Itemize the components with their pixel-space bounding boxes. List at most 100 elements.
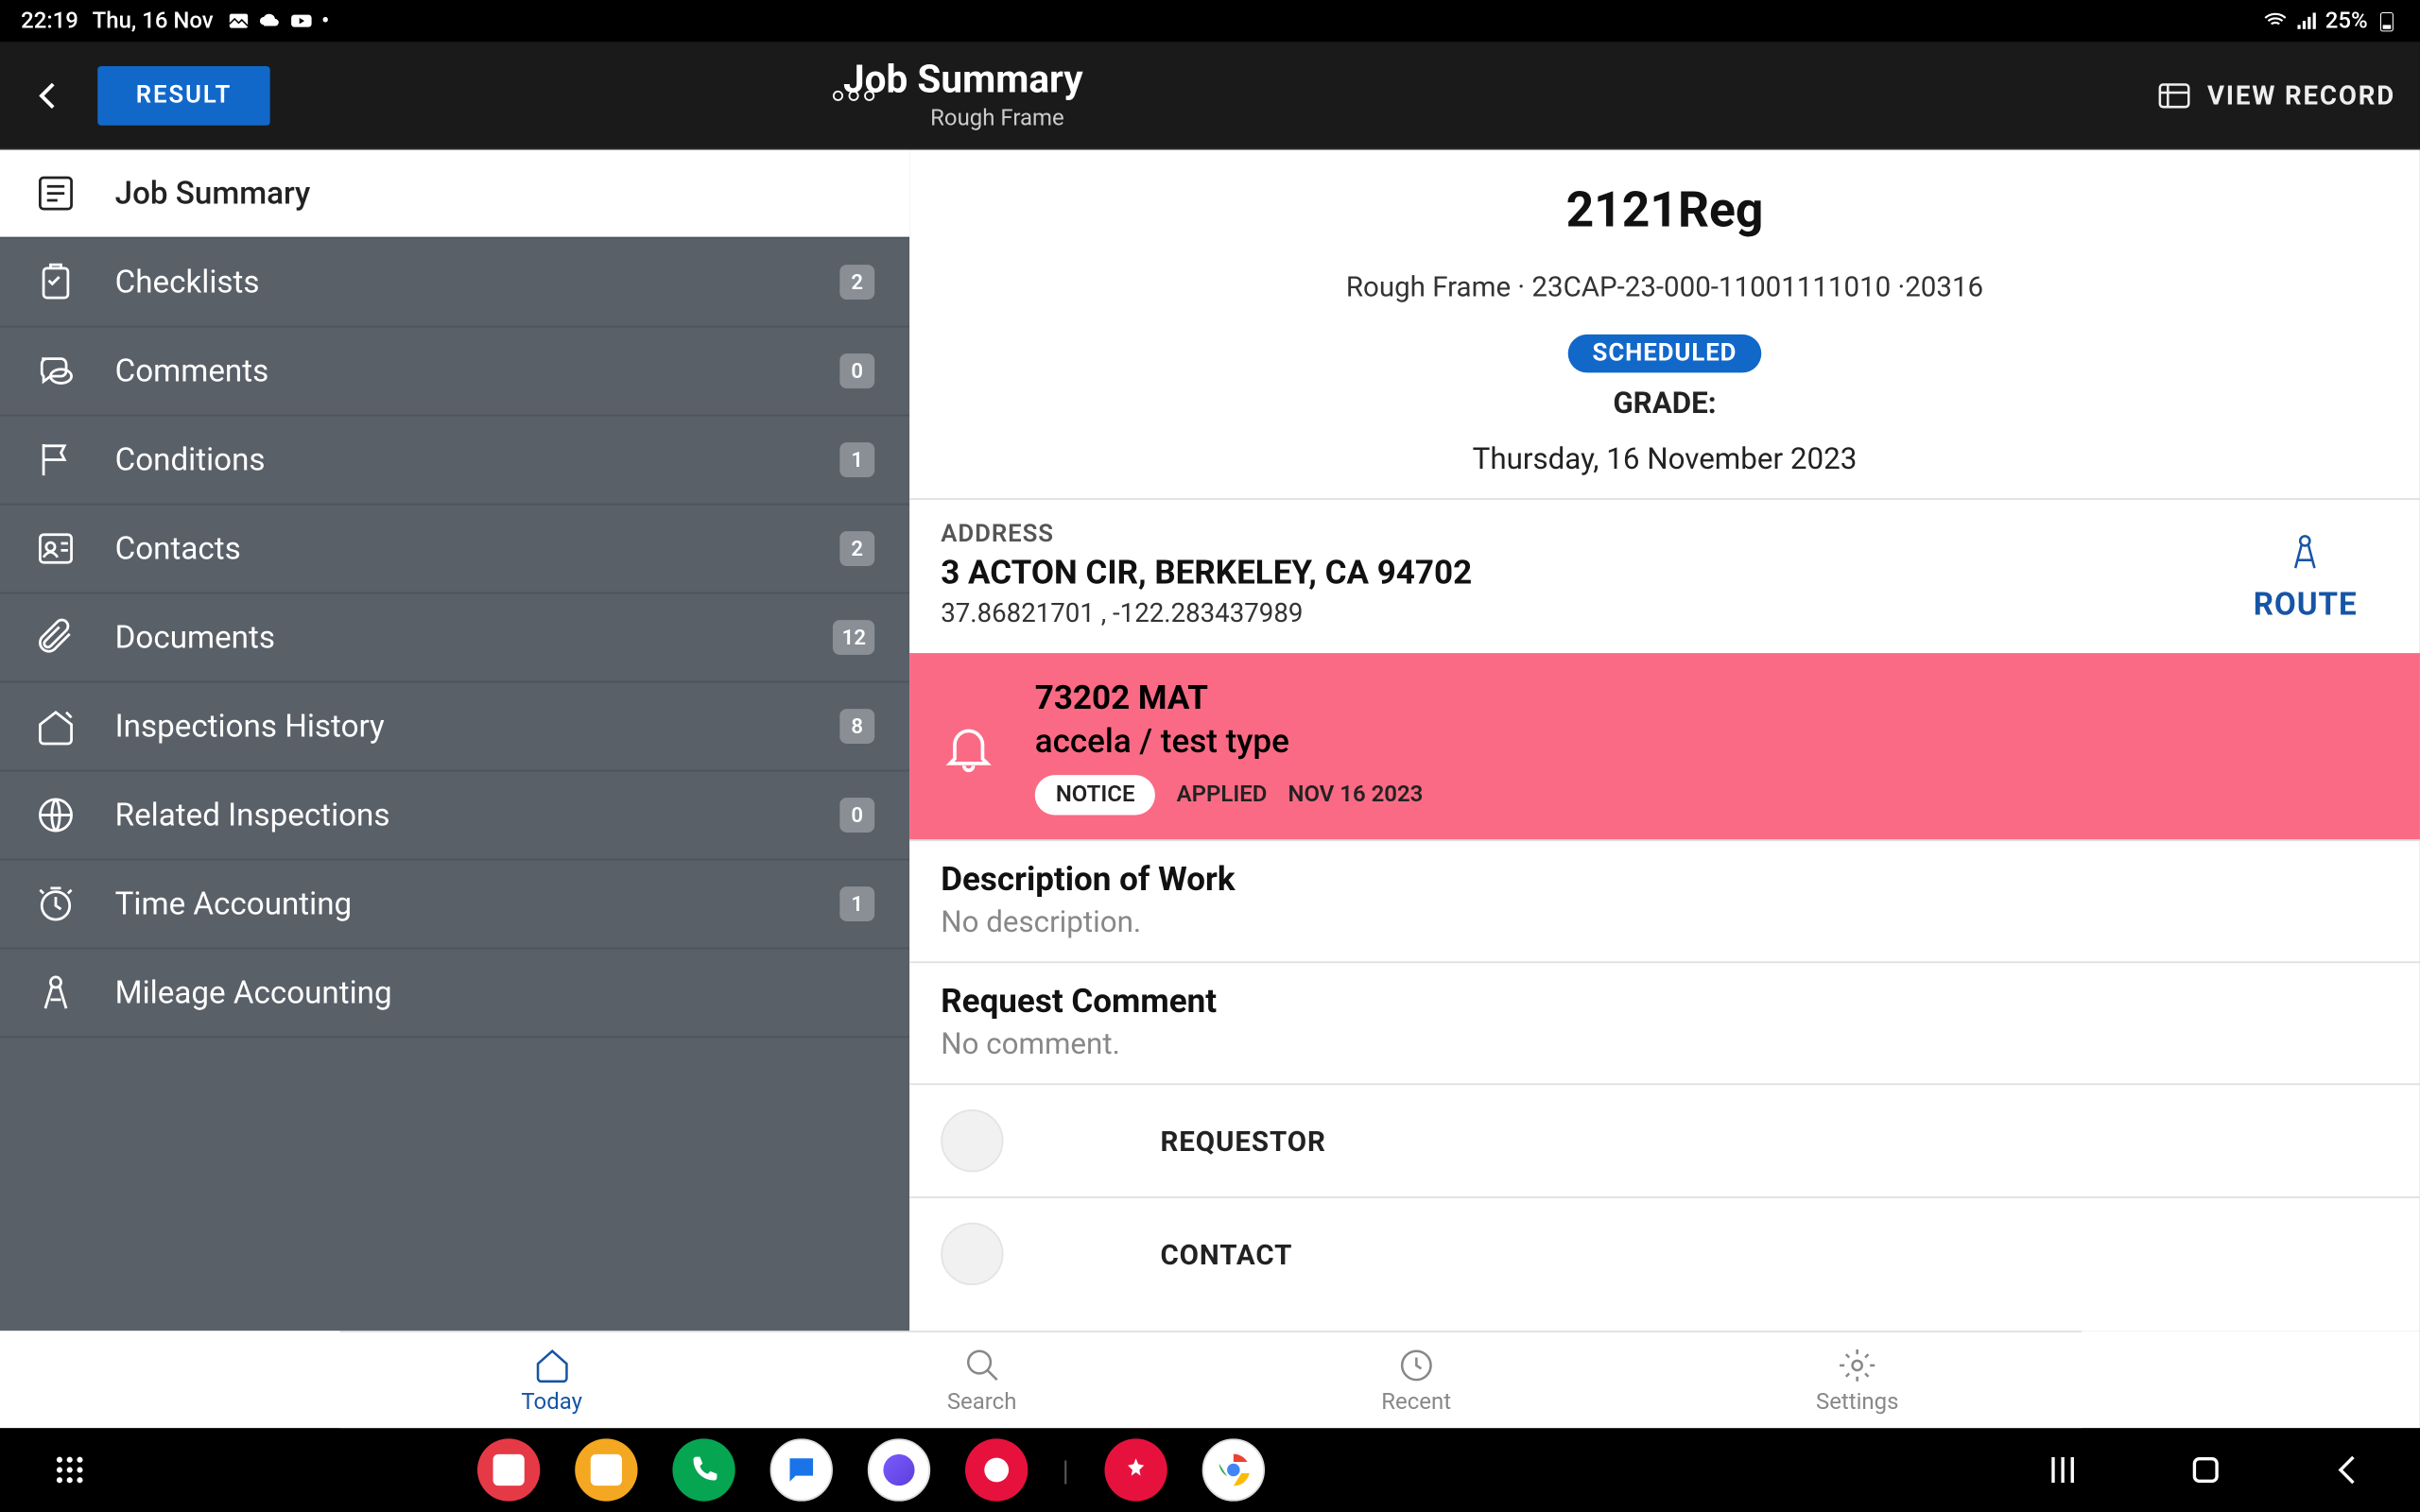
result-button[interactable]: RESULT (97, 65, 270, 125)
date-line: Thursday, 16 November 2023 (930, 442, 2399, 477)
sidebar-item-label: Conditions (115, 441, 802, 478)
dock-app-phone[interactable] (672, 1438, 735, 1501)
clock-icon (35, 883, 77, 924)
dock-app-camera[interactable] (964, 1438, 1027, 1501)
sidebar-item-checklists[interactable]: Checklists 2 (0, 238, 909, 327)
dock-app-1[interactable] (476, 1438, 539, 1501)
status-badge: SCHEDULED (1568, 335, 1761, 373)
record-meta: Rough Frame · 23CAP-23-000-11001111010 ·… (930, 270, 2399, 303)
battery-icon (2375, 9, 2399, 33)
sidebar-item-label: Contacts (115, 530, 802, 567)
request-comment-heading: Request Comment (941, 981, 2389, 1021)
request-comment-value: No comment. (941, 1027, 2389, 1062)
home-icon (532, 1346, 571, 1384)
home-button[interactable] (2187, 1451, 2225, 1489)
sidebar-item-label: Time Accounting (115, 885, 802, 922)
sidebar-item-label: Related Inspections (115, 797, 802, 833)
sidebar-item-contacts[interactable]: Contacts 2 (0, 505, 909, 593)
house-icon (35, 705, 77, 747)
address-label: ADDRESS (941, 521, 2254, 548)
record-icon (2155, 76, 2194, 114)
flag-icon (35, 438, 77, 480)
count-badge: 0 (839, 353, 874, 388)
sidebar-item-label: Comments (115, 352, 802, 389)
view-record-button[interactable]: VIEW RECORD (2155, 76, 2395, 114)
status-date: Thu, 16 Nov (93, 8, 214, 34)
bell-icon (941, 718, 996, 774)
summary-icon (35, 172, 77, 214)
paperclip-icon (35, 616, 77, 658)
chevron-left-icon (31, 77, 66, 112)
search-icon (962, 1346, 1001, 1384)
requestor-row[interactable]: REQUESTOR (909, 1083, 2420, 1196)
checklist-icon (35, 261, 77, 302)
sidebar-item-inspections-history[interactable]: Inspections History 8 (0, 682, 909, 771)
wifi-icon (2262, 9, 2287, 33)
app-header: RESULT Job Summary Rough Frame VIEW RECO… (0, 42, 2420, 149)
grade-label: GRADE: (930, 387, 2399, 421)
tab-settings[interactable]: Settings (1816, 1346, 1898, 1416)
sidebar-item-documents[interactable]: Documents 12 (0, 593, 909, 682)
sidebar-item-mileage-accounting[interactable]: Mileage Accounting (0, 949, 909, 1038)
compass-icon (2286, 527, 2325, 576)
requestor-label: REQUESTOR (1160, 1125, 1325, 1158)
sidebar: Job Summary Checklists 2 Comments 0 Cond… (0, 149, 909, 1331)
avatar (941, 1223, 1003, 1285)
count-badge: 2 (839, 265, 874, 300)
sidebar-item-label: Inspections History (115, 708, 802, 745)
dock-app-gallery[interactable] (1104, 1438, 1167, 1501)
signal-icon (2294, 9, 2319, 33)
sidebar-item-conditions[interactable]: Conditions 1 (0, 416, 909, 505)
description-value: No description. (941, 905, 2389, 940)
cloud-icon (259, 9, 284, 33)
back-button[interactable] (25, 71, 74, 120)
page-title: Job Summary (843, 59, 1083, 102)
recents-button[interactable] (2044, 1451, 2083, 1489)
sidebar-item-label: Job Summary (115, 175, 875, 212)
dock-app-messages[interactable] (769, 1438, 832, 1501)
notice-date: NOV 16 2023 (1288, 782, 1424, 809)
android-status-bar: 22:19 Thu, 16 Nov • 25% (0, 0, 2420, 42)
back-nav-button[interactable] (2329, 1451, 2368, 1489)
request-comment-section: Request Comment No comment. (909, 961, 2420, 1083)
contact-label: CONTACT (1160, 1237, 1292, 1270)
description-heading: Description of Work (941, 859, 2389, 899)
youtube-icon (290, 9, 315, 33)
count-badge: 1 (839, 886, 874, 921)
picture-icon (227, 9, 251, 33)
count-badge: 0 (839, 798, 874, 833)
contact-row[interactable]: CONTACT (909, 1196, 2420, 1310)
sidebar-item-time-accounting[interactable]: Time Accounting 1 (0, 860, 909, 949)
dock-app-2[interactable] (575, 1438, 637, 1501)
count-badge: 8 (839, 709, 874, 744)
tab-recent[interactable]: Recent (1381, 1346, 1451, 1416)
address-value: 3 ACTON CIR, BERKELEY, CA 94702 (941, 552, 2254, 592)
record-id: 2121Reg (930, 181, 2399, 239)
comment-icon (35, 350, 77, 391)
address-section: ADDRESS 3 ACTON CIR, BERKELEY, CA 94702 … (909, 498, 2420, 653)
sidebar-item-job-summary[interactable]: Job Summary (0, 149, 909, 238)
description-section: Description of Work No description. (909, 839, 2420, 961)
sidebar-item-label: Mileage Accounting (115, 974, 875, 1011)
count-badge: 1 (839, 442, 874, 477)
tab-today[interactable]: Today (521, 1346, 582, 1416)
sidebar-item-label: Documents (115, 619, 795, 656)
dock-app-browser[interactable] (867, 1438, 929, 1501)
address-coords: 37.86821701 , -122.283437989 (941, 597, 2254, 628)
contacts-icon (35, 527, 77, 569)
notice-title: 73202 MAT (1035, 678, 1424, 717)
page-subtitle: Rough Frame (930, 106, 1083, 132)
tab-search[interactable]: Search (947, 1346, 1017, 1416)
sidebar-item-label: Checklists (115, 264, 802, 301)
gear-icon (1838, 1346, 1876, 1384)
avatar (941, 1109, 1003, 1172)
notice-banner[interactable]: 73202 MAT accela / test type NOTICE APPL… (909, 653, 2420, 839)
dock-app-chrome[interactable] (1201, 1438, 1264, 1501)
route-button[interactable]: ROUTE (2254, 521, 2389, 628)
sidebar-item-related-inspections[interactable]: Related Inspections 0 (0, 771, 909, 860)
compass-icon (35, 971, 77, 1013)
count-badge: 2 (839, 531, 874, 566)
app-drawer-icon[interactable] (52, 1452, 87, 1487)
sidebar-item-comments[interactable]: Comments 0 (0, 327, 909, 416)
notice-subtitle: accela / test type (1035, 721, 1424, 761)
